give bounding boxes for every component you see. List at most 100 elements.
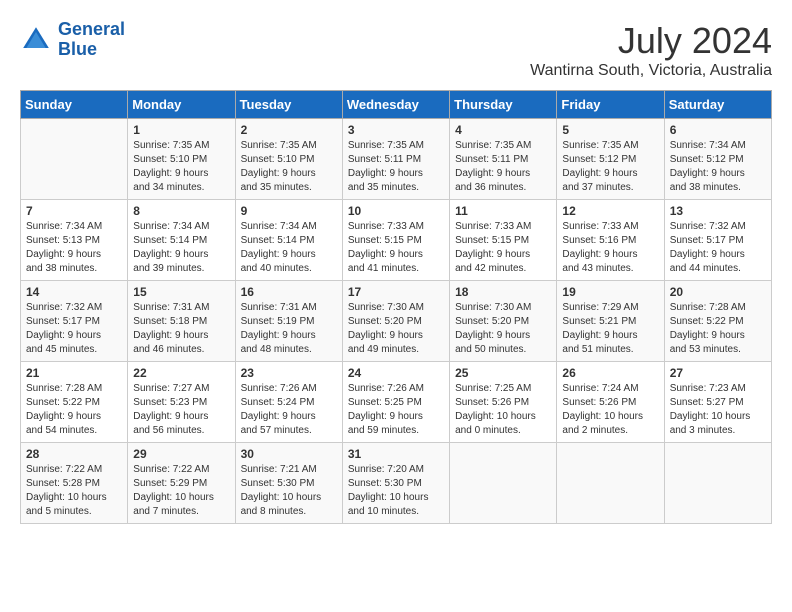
- calendar-title: July 2024: [530, 20, 772, 62]
- day-number: 23: [241, 366, 337, 380]
- column-header-wednesday: Wednesday: [342, 91, 449, 119]
- logo: General Blue: [20, 20, 125, 60]
- calendar-cell: 14Sunrise: 7:32 AM Sunset: 5:17 PM Dayli…: [21, 281, 128, 362]
- day-number: 7: [26, 204, 122, 218]
- day-number: 5: [562, 123, 658, 137]
- day-info: Sunrise: 7:35 AM Sunset: 5:11 PM Dayligh…: [455, 139, 551, 195]
- day-number: 3: [348, 123, 444, 137]
- column-header-monday: Monday: [128, 91, 235, 119]
- day-info: Sunrise: 7:33 AM Sunset: 5:16 PM Dayligh…: [562, 220, 658, 276]
- calendar-cell: 5 Sunrise: 7:35 AM Sunset: 5:12 PM Daylig…: [557, 119, 664, 200]
- calendar-cell: 29 Sunrise: 7:22 AM Sunset: 5:29 PM Dayli…: [128, 443, 235, 524]
- day-number: 6: [670, 123, 766, 137]
- day-number: 25: [455, 366, 551, 380]
- title-block: July 2024 Wantirna South, Victoria, Aust…: [530, 20, 772, 80]
- day-info: Sunrise: 7:29 AM Sunset: 5:21 PM Dayligh…: [562, 301, 658, 357]
- calendar-cell: 23Sunrise: 7:26 AM Sunset: 5:24 PM Dayli…: [235, 362, 342, 443]
- week-row-1: 1 Sunrise: 7:35 AM Sunset: 5:10 PM Daylig…: [21, 119, 772, 200]
- calendar-cell: 30Sunrise: 7:21 AM Sunset: 5:30 PM Dayli…: [235, 443, 342, 524]
- day-number: 12: [562, 204, 658, 218]
- calendar-cell: 17 Sunrise: 7:30 AM Sunset: 5:20 PM Dayli…: [342, 281, 449, 362]
- column-header-tuesday: Tuesday: [235, 91, 342, 119]
- day-info: Sunrise: 7:33 AM Sunset: 5:15 PM Dayligh…: [455, 220, 551, 276]
- day-info: Sunrise: 7:30 AM Sunset: 5:20 PM Dayligh…: [455, 301, 551, 357]
- calendar-cell: [557, 443, 664, 524]
- logo-text: General Blue: [58, 20, 125, 60]
- day-info: Sunrise: 7:27 AM Sunset: 5:23 PM Dayligh…: [133, 382, 229, 438]
- column-header-sunday: Sunday: [21, 91, 128, 119]
- day-info: Sunrise: 7:22 AM Sunset: 5:28 PM Dayligh…: [26, 463, 122, 519]
- day-number: 9: [241, 204, 337, 218]
- day-info: Sunrise: 7:34 AM Sunset: 5:14 PM Dayligh…: [241, 220, 337, 276]
- calendar-table: SundayMondayTuesdayWednesdayThursdayFrid…: [20, 90, 772, 524]
- day-info: Sunrise: 7:34 AM Sunset: 5:12 PM Dayligh…: [670, 139, 766, 195]
- day-info: Sunrise: 7:35 AM Sunset: 5:10 PM Dayligh…: [241, 139, 337, 195]
- column-header-saturday: Saturday: [664, 91, 771, 119]
- calendar-cell: 2 Sunrise: 7:35 AM Sunset: 5:10 PM Daylig…: [235, 119, 342, 200]
- calendar-cell: 11Sunrise: 7:33 AM Sunset: 5:15 PM Dayli…: [450, 200, 557, 281]
- day-number: 22: [133, 366, 229, 380]
- day-info: Sunrise: 7:26 AM Sunset: 5:25 PM Dayligh…: [348, 382, 444, 438]
- day-number: 31: [348, 447, 444, 461]
- day-info: Sunrise: 7:20 AM Sunset: 5:30 PM Dayligh…: [348, 463, 444, 519]
- calendar-cell: 28 Sunrise: 7:22 AM Sunset: 5:28 PM Dayli…: [21, 443, 128, 524]
- day-info: Sunrise: 7:35 AM Sunset: 5:11 PM Dayligh…: [348, 139, 444, 195]
- calendar-cell: 13 Sunrise: 7:32 AM Sunset: 5:17 PM Dayli…: [664, 200, 771, 281]
- day-number: 28: [26, 447, 122, 461]
- day-number: 17: [348, 285, 444, 299]
- day-info: Sunrise: 7:32 AM Sunset: 5:17 PM Dayligh…: [26, 301, 122, 357]
- calendar-subtitle: Wantirna South, Victoria, Australia: [530, 62, 772, 80]
- calendar-cell: 18 Sunrise: 7:30 AM Sunset: 5:20 PM Dayli…: [450, 281, 557, 362]
- day-number: 21: [26, 366, 122, 380]
- calendar-cell: 6 Sunrise: 7:34 AM Sunset: 5:12 PM Daylig…: [664, 119, 771, 200]
- day-info: Sunrise: 7:22 AM Sunset: 5:29 PM Dayligh…: [133, 463, 229, 519]
- day-info: Sunrise: 7:34 AM Sunset: 5:13 PM Dayligh…: [26, 220, 122, 276]
- day-info: Sunrise: 7:34 AM Sunset: 5:14 PM Dayligh…: [133, 220, 229, 276]
- day-info: Sunrise: 7:28 AM Sunset: 5:22 PM Dayligh…: [26, 382, 122, 438]
- day-info: Sunrise: 7:30 AM Sunset: 5:20 PM Dayligh…: [348, 301, 444, 357]
- day-number: 24: [348, 366, 444, 380]
- week-row-4: 21 Sunrise: 7:28 AM Sunset: 5:22 PM Dayli…: [21, 362, 772, 443]
- day-info: Sunrise: 7:28 AM Sunset: 5:22 PM Dayligh…: [670, 301, 766, 357]
- calendar-cell: 25Sunrise: 7:25 AM Sunset: 5:26 PM Dayli…: [450, 362, 557, 443]
- calendar-cell: 12 Sunrise: 7:33 AM Sunset: 5:16 PM Dayli…: [557, 200, 664, 281]
- day-number: 4: [455, 123, 551, 137]
- calendar-cell: 1Sunrise: 7:35 AM Sunset: 5:10 PM Daylig…: [128, 119, 235, 200]
- calendar-cell: 20 Sunrise: 7:28 AM Sunset: 5:22 PM Dayli…: [664, 281, 771, 362]
- day-number: 10: [348, 204, 444, 218]
- column-header-thursday: Thursday: [450, 91, 557, 119]
- day-info: Sunrise: 7:33 AM Sunset: 5:15 PM Dayligh…: [348, 220, 444, 276]
- day-info: Sunrise: 7:31 AM Sunset: 5:19 PM Dayligh…: [241, 301, 337, 357]
- calendar-cell: 16 Sunrise: 7:31 AM Sunset: 5:19 PM Dayli…: [235, 281, 342, 362]
- calendar-cell: 3 Sunrise: 7:35 AM Sunset: 5:11 PM Daylig…: [342, 119, 449, 200]
- calendar-cell: 19Sunrise: 7:29 AM Sunset: 5:21 PM Dayli…: [557, 281, 664, 362]
- day-info: Sunrise: 7:24 AM Sunset: 5:26 PM Dayligh…: [562, 382, 658, 438]
- calendar-header-row: SundayMondayTuesdayWednesdayThursdayFrid…: [21, 91, 772, 119]
- logo-line2: Blue: [58, 39, 97, 59]
- calendar-cell: 27 Sunrise: 7:23 AM Sunset: 5:27 PM Dayli…: [664, 362, 771, 443]
- day-info: Sunrise: 7:31 AM Sunset: 5:18 PM Dayligh…: [133, 301, 229, 357]
- week-row-3: 14Sunrise: 7:32 AM Sunset: 5:17 PM Dayli…: [21, 281, 772, 362]
- day-info: Sunrise: 7:32 AM Sunset: 5:17 PM Dayligh…: [670, 220, 766, 276]
- day-number: 8: [133, 204, 229, 218]
- calendar-cell: 31 Sunrise: 7:20 AM Sunset: 5:30 PM Dayli…: [342, 443, 449, 524]
- calendar-cell: 15 Sunrise: 7:31 AM Sunset: 5:18 PM Dayli…: [128, 281, 235, 362]
- day-number: 13: [670, 204, 766, 218]
- calendar-cell: 26Sunrise: 7:24 AM Sunset: 5:26 PM Dayli…: [557, 362, 664, 443]
- day-number: 27: [670, 366, 766, 380]
- day-number: 2: [241, 123, 337, 137]
- calendar-cell: 21 Sunrise: 7:28 AM Sunset: 5:22 PM Dayli…: [21, 362, 128, 443]
- logo-line1: General: [58, 19, 125, 39]
- day-info: Sunrise: 7:35 AM Sunset: 5:12 PM Dayligh…: [562, 139, 658, 195]
- day-number: 29: [133, 447, 229, 461]
- calendar-cell: 22 Sunrise: 7:27 AM Sunset: 5:23 PM Dayli…: [128, 362, 235, 443]
- day-number: 1: [133, 123, 229, 137]
- calendar-cell: 24 Sunrise: 7:26 AM Sunset: 5:25 PM Dayli…: [342, 362, 449, 443]
- day-number: 18: [455, 285, 551, 299]
- day-number: 20: [670, 285, 766, 299]
- day-number: 16: [241, 285, 337, 299]
- day-info: Sunrise: 7:23 AM Sunset: 5:27 PM Dayligh…: [670, 382, 766, 438]
- day-number: 15: [133, 285, 229, 299]
- logo-icon: [20, 24, 52, 56]
- week-row-2: 7 Sunrise: 7:34 AM Sunset: 5:13 PM Daylig…: [21, 200, 772, 281]
